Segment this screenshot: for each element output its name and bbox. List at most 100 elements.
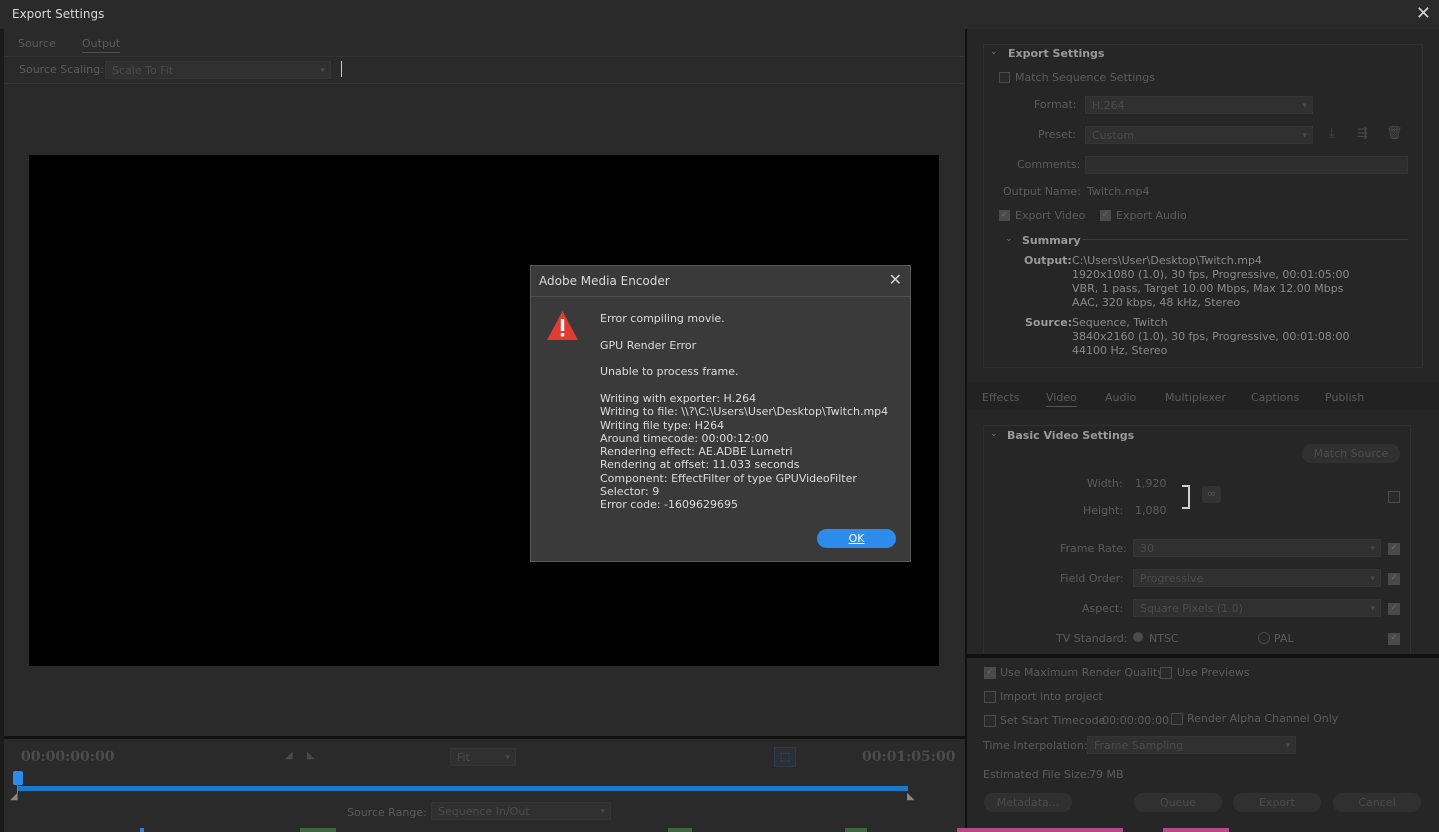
frame-rate-checkbox[interactable]: ✓ bbox=[1388, 543, 1400, 555]
frame-rate-select[interactable]: 30 ▾ bbox=[1133, 539, 1381, 557]
delete-preset-icon[interactable]: 🗑 bbox=[1386, 126, 1403, 141]
set-out-point-icon[interactable]: ◣ bbox=[307, 750, 315, 761]
end-timecode[interactable]: 00:01:05:00 bbox=[862, 749, 955, 765]
background-swatch bbox=[845, 828, 867, 832]
tab-video[interactable]: Video bbox=[1046, 391, 1077, 407]
height-label: Height: bbox=[1083, 504, 1124, 517]
tab-captions[interactable]: Captions bbox=[1251, 391, 1299, 404]
est-size-value: 79 MB bbox=[1089, 768, 1124, 781]
window-close-button[interactable]: ✕ bbox=[1416, 3, 1431, 24]
summary-output-line: VBR, 1 pass, Target 10.00 Mbps, Max 12.0… bbox=[1072, 282, 1344, 295]
source-range-value: Sequence In/Out bbox=[438, 805, 530, 818]
chevron-down-icon: ▾ bbox=[320, 66, 325, 76]
import-project-checkbox[interactable] bbox=[984, 691, 996, 703]
zoom-select[interactable]: Fit ▾ bbox=[450, 748, 516, 766]
summary-chevron-icon[interactable]: ⌄ bbox=[1005, 234, 1013, 244]
tab-output[interactable]: Output bbox=[82, 37, 121, 53]
timeline-range-bar[interactable] bbox=[17, 786, 908, 791]
output-name-link[interactable]: Twitch.mp4 bbox=[1087, 185, 1149, 198]
playhead-handle[interactable] bbox=[13, 771, 23, 785]
link-icon[interactable]: ∞ bbox=[1202, 486, 1221, 503]
preset-value: Custom bbox=[1092, 129, 1135, 142]
pal-radio[interactable] bbox=[1258, 632, 1270, 644]
field-order-checkbox[interactable]: ✓ bbox=[1388, 573, 1400, 585]
export-button[interactable]: Export bbox=[1233, 793, 1321, 812]
in-point-marker-icon[interactable]: ◢ bbox=[10, 791, 18, 802]
toolbar-divider bbox=[4, 83, 965, 84]
summary-divider bbox=[1082, 239, 1408, 240]
ntsc-label: NTSC bbox=[1149, 632, 1179, 645]
current-timecode[interactable]: 00:00:00:00 bbox=[21, 749, 114, 765]
set-in-point-icon[interactable]: ◢ bbox=[285, 750, 293, 761]
tab-audio[interactable]: Audio bbox=[1105, 391, 1136, 404]
tab-divider bbox=[4, 56, 965, 57]
error-detail-line: Writing with exporter: H.264 bbox=[600, 392, 757, 405]
height-value[interactable]: 1,080 bbox=[1135, 504, 1167, 517]
source-scaling-select[interactable]: Scale To Fit ▾ bbox=[105, 61, 331, 79]
aspect-bracket bbox=[1182, 485, 1190, 509]
match-sequence-checkbox[interactable] bbox=[999, 72, 1010, 83]
tab-source[interactable]: Source bbox=[18, 37, 56, 50]
background-swatch bbox=[140, 828, 144, 832]
summary-output-line: C:\Users\User\Desktop\Twitch.mp4 bbox=[1072, 254, 1262, 267]
format-select[interactable]: H.264 ▾ bbox=[1085, 96, 1313, 114]
aspect-checkbox[interactable]: ✓ bbox=[1388, 603, 1400, 615]
window-title: Export Settings bbox=[12, 7, 105, 21]
tv-standard-checkbox[interactable]: ✓ bbox=[1388, 633, 1400, 645]
width-value[interactable]: 1,920 bbox=[1135, 477, 1167, 490]
field-order-select[interactable]: Progressive ▾ bbox=[1133, 569, 1381, 587]
chevron-down-icon: ▾ bbox=[1285, 741, 1290, 751]
metadata-button[interactable]: Metadata... bbox=[984, 793, 1072, 812]
import-preset-icon[interactable]: ⇶ bbox=[1357, 126, 1368, 141]
start-tc-value[interactable]: 00:00:00:00 bbox=[1102, 714, 1169, 727]
lower-splitter[interactable] bbox=[967, 654, 1439, 658]
width-label: Width: bbox=[1087, 477, 1123, 490]
use-max-render-label: Use Maximum Render Quality bbox=[1000, 666, 1164, 679]
export-audio-checkbox[interactable]: ✓ bbox=[1100, 210, 1111, 221]
out-point-marker-icon[interactable]: ◣ bbox=[907, 791, 915, 802]
text-cursor bbox=[341, 61, 342, 77]
source-range-select[interactable]: Sequence In/Out ▾ bbox=[431, 802, 611, 820]
tab-multiplexer[interactable]: Multiplexer bbox=[1165, 391, 1226, 404]
preset-select[interactable]: Custom ▾ bbox=[1085, 126, 1313, 144]
basic-video-chevron-icon[interactable]: ⌄ bbox=[990, 429, 998, 439]
queue-button[interactable]: Queue bbox=[1134, 793, 1222, 812]
panel-splitter[interactable] bbox=[965, 29, 967, 832]
collapse-chevron-icon[interactable]: ⌄ bbox=[990, 47, 998, 57]
aspect-select[interactable]: Square Pixels (1.0) ▾ bbox=[1133, 599, 1381, 617]
error-dialog: Adobe Media Encoder ✕ Error compiling mo… bbox=[530, 265, 911, 562]
match-source-button[interactable]: Match Source bbox=[1302, 444, 1400, 463]
error-details: Writing with exporter: H.264 Writing to … bbox=[600, 392, 888, 512]
error-detail-line: Component: EffectFilter of type GPUVideo… bbox=[600, 471, 857, 485]
aspect-crop-icon[interactable]: ⬚ bbox=[774, 747, 796, 767]
timeline-separator bbox=[4, 736, 965, 739]
match-sequence-label: Match Sequence Settings bbox=[1015, 71, 1155, 84]
format-label: Format: bbox=[1034, 98, 1077, 111]
error-detail-line: Rendering at offset: 11.033 seconds bbox=[600, 458, 800, 472]
output-name-label: Output Name: bbox=[1003, 185, 1081, 198]
chevron-down-icon: ▾ bbox=[1370, 604, 1375, 614]
tab-publish[interactable]: Publish bbox=[1325, 391, 1364, 404]
export-video-checkbox[interactable]: ✓ bbox=[999, 210, 1010, 221]
ok-button[interactable]: OK bbox=[817, 529, 896, 548]
save-preset-icon[interactable]: ⤓ bbox=[1329, 126, 1335, 141]
frame-rate-label: Frame Rate: bbox=[1060, 542, 1127, 555]
time-interp-value: Frame Sampling bbox=[1094, 739, 1184, 752]
error-detail-line: Rendering effect: AE.ADBE Lumetri bbox=[600, 445, 793, 459]
comments-input[interactable] bbox=[1085, 156, 1408, 174]
dialog-close-button[interactable]: ✕ bbox=[889, 270, 902, 289]
set-start-tc-checkbox[interactable] bbox=[984, 715, 996, 727]
summary-source-block: Sequence, Twitch 3840x2160 (1.0), 30 fps… bbox=[1072, 316, 1350, 358]
background-swatch bbox=[957, 828, 1123, 832]
use-previews-checkbox[interactable] bbox=[1160, 667, 1172, 679]
time-interp-select[interactable]: Frame Sampling ▾ bbox=[1087, 736, 1296, 754]
render-alpha-checkbox[interactable] bbox=[1171, 713, 1183, 725]
ntsc-radio[interactable] bbox=[1133, 632, 1143, 642]
error-detail-line: Selector: 9 bbox=[600, 485, 660, 499]
chevron-down-icon: ▾ bbox=[600, 807, 605, 817]
import-project-label: Import into project bbox=[1000, 690, 1103, 703]
tab-effects[interactable]: Effects bbox=[982, 391, 1019, 404]
use-max-render-checkbox[interactable]: ✓ bbox=[984, 667, 996, 679]
width-override-checkbox[interactable] bbox=[1388, 491, 1400, 503]
cancel-button[interactable]: Cancel bbox=[1333, 793, 1421, 812]
